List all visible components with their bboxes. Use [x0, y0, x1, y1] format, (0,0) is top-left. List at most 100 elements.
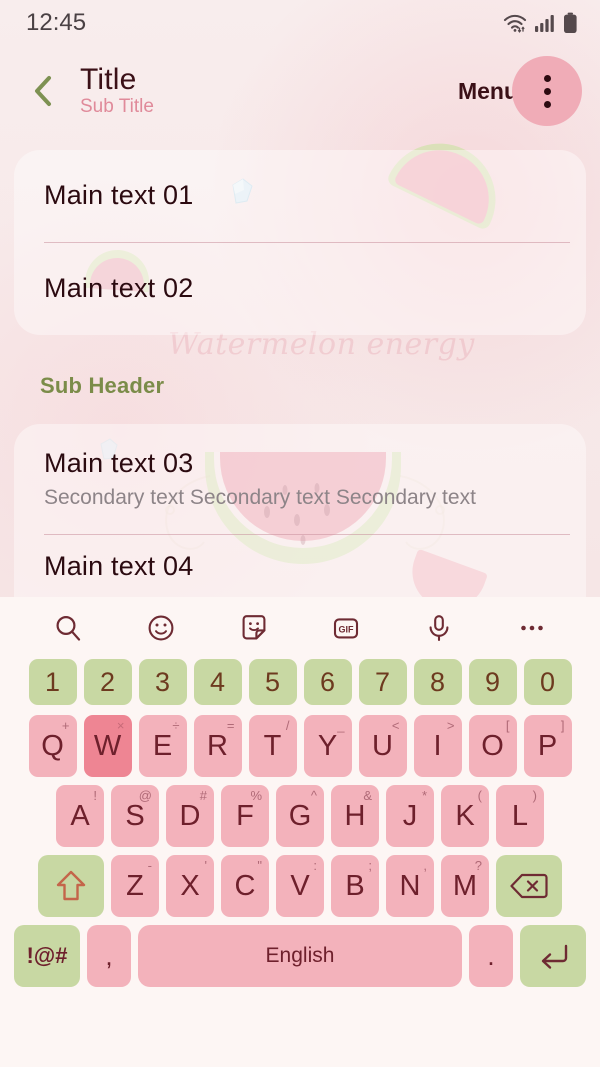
key-5[interactable]: 5 — [248, 659, 297, 705]
backspace-key[interactable] — [496, 855, 562, 917]
list-item-main-text: Main text 02 — [44, 272, 194, 303]
key-f[interactable]: % F — [221, 785, 269, 847]
keyboard-row-qwerty: + Q × W ÷ E = R / T _ Y < U > I [O ] P — [8, 715, 592, 777]
key-m-superscript: ? — [474, 858, 482, 873]
key-t-superscript: / — [285, 718, 290, 733]
key-z[interactable]: -Z — [111, 855, 159, 917]
key-6[interactable]: 6 — [303, 659, 352, 705]
key-p[interactable]: ] P — [523, 715, 572, 777]
key-b-superscript: ; — [368, 858, 372, 873]
sticker-icon — [242, 615, 266, 640]
key-y-superscript: _ — [337, 718, 345, 733]
key-8[interactable]: 8 — [413, 659, 462, 705]
spacebar-key[interactable]: English — [138, 925, 462, 987]
gif-icon: GIF — [334, 618, 359, 639]
key-9[interactable]: 9 — [468, 659, 517, 705]
key-h[interactable]: & H — [331, 785, 379, 847]
key-v[interactable]: :V — [276, 855, 324, 917]
key-y[interactable]: _ Y — [303, 715, 352, 777]
shift-key[interactable] — [38, 855, 104, 917]
back-button[interactable] — [22, 70, 64, 112]
enter-key[interactable] — [520, 925, 586, 987]
svg-text:GIF: GIF — [339, 624, 355, 634]
key-e-superscript: ÷ — [172, 718, 180, 733]
key-k-superscript: ( — [477, 788, 482, 803]
list-item[interactable]: Main text 02 — [14, 242, 586, 335]
page-subtitle: Sub Title — [80, 96, 154, 118]
key-e[interactable]: ÷ E — [138, 715, 187, 777]
key-g-label: G — [288, 799, 312, 832]
sub-header: Sub Header — [40, 373, 165, 398]
key-c-superscript: " — [257, 858, 262, 873]
key-1[interactable]: 1 — [28, 659, 77, 705]
microphone-icon — [429, 615, 449, 642]
list-item[interactable]: Main text 03 Secondary text Secondary te… — [14, 424, 586, 534]
keyboard-gif-button[interactable]: GIF — [321, 605, 371, 651]
list-item[interactable]: Main text 01 — [14, 150, 586, 242]
key-f-label: F — [236, 799, 254, 832]
comma-key[interactable]: , — [87, 925, 131, 987]
key-h-superscript: & — [363, 788, 372, 803]
key-l-superscript: ) — [532, 788, 537, 803]
keyboard-search-button[interactable] — [43, 605, 93, 651]
key-n[interactable]: ,N — [386, 855, 434, 917]
key-x-label: X — [180, 869, 200, 902]
keyboard-voice-button[interactable] — [414, 605, 464, 651]
key-c[interactable]: " C — [221, 855, 269, 917]
key-g-superscript: ^ — [310, 788, 317, 803]
key-q[interactable]: + Q — [28, 715, 77, 777]
overflow-menu-button[interactable] — [512, 56, 582, 126]
key-n-superscript: , — [423, 858, 427, 873]
key-l[interactable]: ) L — [496, 785, 544, 847]
key-k[interactable]: (K — [441, 785, 489, 847]
list-item-main-text: Main text 01 — [44, 180, 194, 211]
key-d[interactable]: # D — [166, 785, 214, 847]
key-h-label: H — [344, 799, 366, 832]
status-bar: 12:45 — [0, 0, 600, 46]
more-vertical-icon-dot-1 — [543, 74, 551, 82]
key-0[interactable]: 0 — [523, 659, 572, 705]
shift-arrow-icon — [56, 870, 86, 901]
backspace-icon — [510, 873, 548, 899]
key-2[interactable]: 2 — [83, 659, 132, 705]
list-item[interactable]: Main text 04 — [14, 534, 586, 600]
list-item-secondary-text: Secondary text Secondary text Secondary … — [44, 485, 476, 509]
key-t[interactable]: / T — [248, 715, 297, 777]
key-o-label: O — [481, 729, 504, 762]
keyboard-sticker-button[interactable] — [229, 605, 279, 651]
menu-label[interactable]: Menu — [458, 78, 518, 105]
keyboard-more-button[interactable] — [507, 605, 557, 651]
key-v-superscript: : — [313, 858, 317, 873]
key-s-superscript: @ — [138, 788, 152, 803]
key-b[interactable]: ; B — [331, 855, 379, 917]
key-j[interactable]: * J — [386, 785, 434, 847]
app-bar-titles: Title Sub Title — [80, 63, 458, 119]
key-r[interactable]: = R — [193, 715, 242, 777]
key-s[interactable]: @ S — [111, 785, 159, 847]
key-7[interactable]: 7 — [358, 659, 407, 705]
key-x-superscript: ' — [204, 858, 207, 873]
key-i[interactable]: > I — [413, 715, 462, 777]
key-d-superscript: # — [199, 788, 207, 803]
key-e-label: E — [152, 729, 173, 762]
keyboard-row-bottom: !@# , English . — [8, 925, 592, 987]
key-j-label: J — [402, 799, 418, 832]
key-g[interactable]: ^ G — [276, 785, 324, 847]
key-p-superscript: ] — [560, 718, 565, 733]
key-a[interactable]: ! A — [56, 785, 104, 847]
key-a-label: A — [70, 799, 90, 832]
wifi-icon — [503, 14, 527, 33]
key-t-label: T — [263, 729, 282, 762]
symbols-key[interactable]: !@# — [14, 925, 80, 987]
keyboard-emoji-button[interactable] — [136, 605, 186, 651]
key-j-superscript: * — [421, 788, 427, 803]
key-w[interactable]: × W — [83, 715, 132, 777]
key-u[interactable]: < U — [358, 715, 407, 777]
period-key[interactable]: . — [469, 925, 513, 987]
key-o[interactable]: [O — [468, 715, 517, 777]
key-d-label: D — [179, 799, 201, 832]
key-x[interactable]: ' X — [166, 855, 214, 917]
key-m[interactable]: ? M — [441, 855, 489, 917]
key-4[interactable]: 4 — [193, 659, 242, 705]
key-3[interactable]: 3 — [138, 659, 187, 705]
